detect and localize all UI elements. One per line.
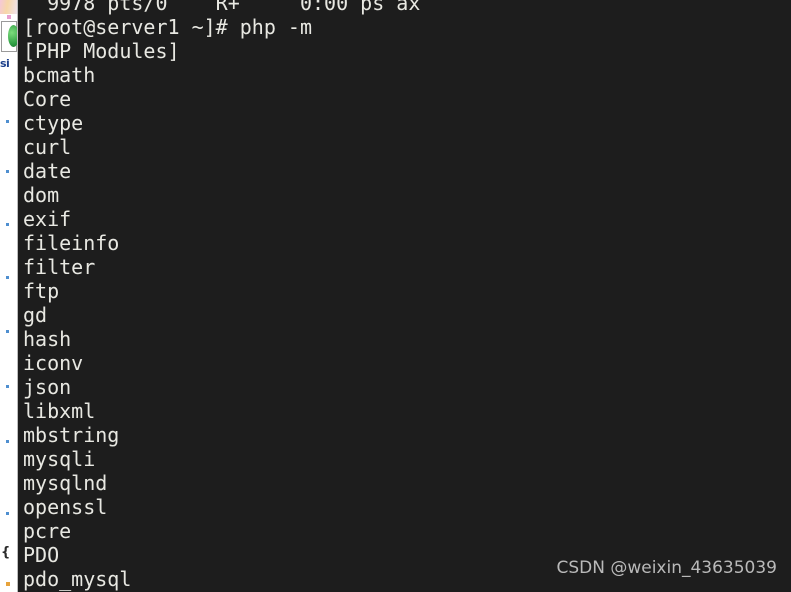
terminal-section-header: [PHP Modules] [23,39,180,63]
php-module-entry: filter [23,255,96,279]
background-list-tick [6,512,9,515]
php-module-entry: curl [23,135,72,159]
php-module-entry: bcmath [23,63,96,87]
background-window-orange-dot-icon [6,582,10,586]
terminal-output[interactable]: 9978 pts/0 R+ 0:00 ps ax [root@server1 ~… [23,0,791,591]
php-module-entry: mbstring [23,423,120,447]
php-module-entry: date [23,159,72,183]
background-list-tick [6,276,9,279]
background-window-dot-icon [7,15,11,19]
php-module-entry: gd [23,303,48,327]
php-module-entry: mysqli [23,447,96,471]
php-module-entry: hash [23,327,72,351]
background-window-titlebar [0,0,18,14]
php-module-entry: Core [23,87,72,111]
php-module-entry: dom [23,183,60,207]
php-module-entry: libxml [23,399,96,423]
php-module-entry: exif [23,207,72,231]
screenshot-root: si { 9978 pts/0 R+ 0:00 ps ax [root@serv… [0,0,791,592]
php-module-entry: json [23,375,72,399]
php-module-entry: ctype [23,111,84,135]
background-list-tick [6,440,9,443]
php-module-entry: openssl [23,495,108,519]
terminal-prompt-line: [root@server1 ~]# php -m [23,15,312,39]
background-window-label: si [0,57,10,70]
background-window-sliver[interactable]: si { [0,0,18,592]
csdn-watermark: CSDN @weixin_43635039 [556,558,777,578]
php-module-entry: fileinfo [23,231,120,255]
php-module-entry: iconv [23,351,84,375]
terminal-line-scrollback: 9978 pts/0 R+ 0:00 ps ax [23,0,421,15]
php-module-entry: mysqlnd [23,471,108,495]
terminal-window[interactable]: 9978 pts/0 R+ 0:00 ps ax [root@server1 ~… [18,0,791,592]
background-window-glyph: { [1,545,11,560]
background-list-tick [6,330,9,333]
php-module-entry: pcre [23,519,72,543]
background-list-tick [6,223,9,226]
php-module-entry: ftp [23,279,60,303]
php-module-list: bcmath Core ctype curl date dom exif fileinfo fi… [23,63,791,591]
background-list-tick [6,170,9,173]
background-list-tick [6,385,9,388]
background-list-tick [6,120,9,123]
